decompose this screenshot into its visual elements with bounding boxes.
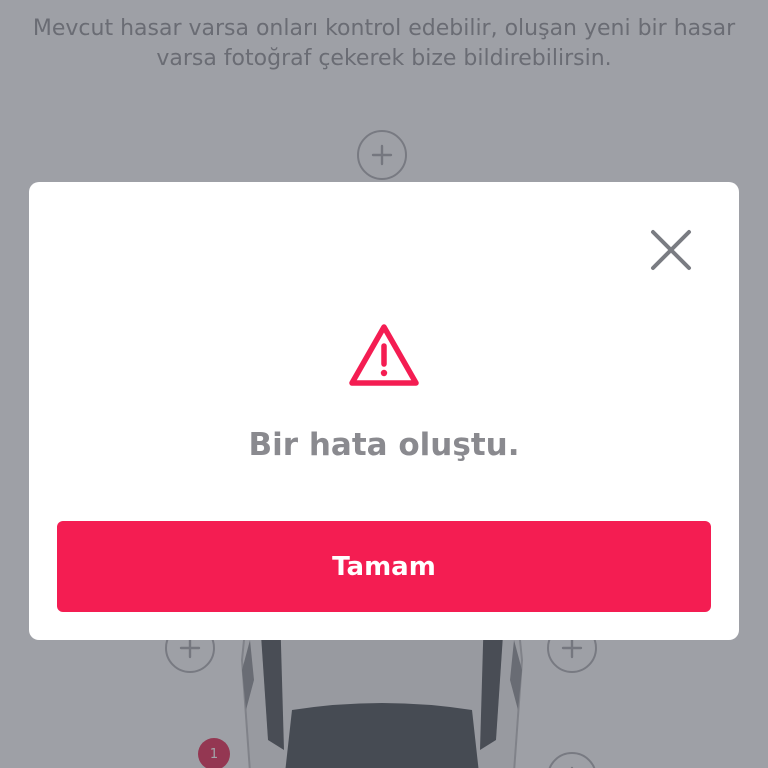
close-button[interactable] [647,226,695,274]
warning-icon [349,324,419,386]
error-dialog: Bir hata oluştu. Tamam [29,182,739,640]
close-icon [651,230,691,270]
error-message: Bir hata oluştu. [248,427,520,463]
confirm-button[interactable]: Tamam [57,521,711,612]
